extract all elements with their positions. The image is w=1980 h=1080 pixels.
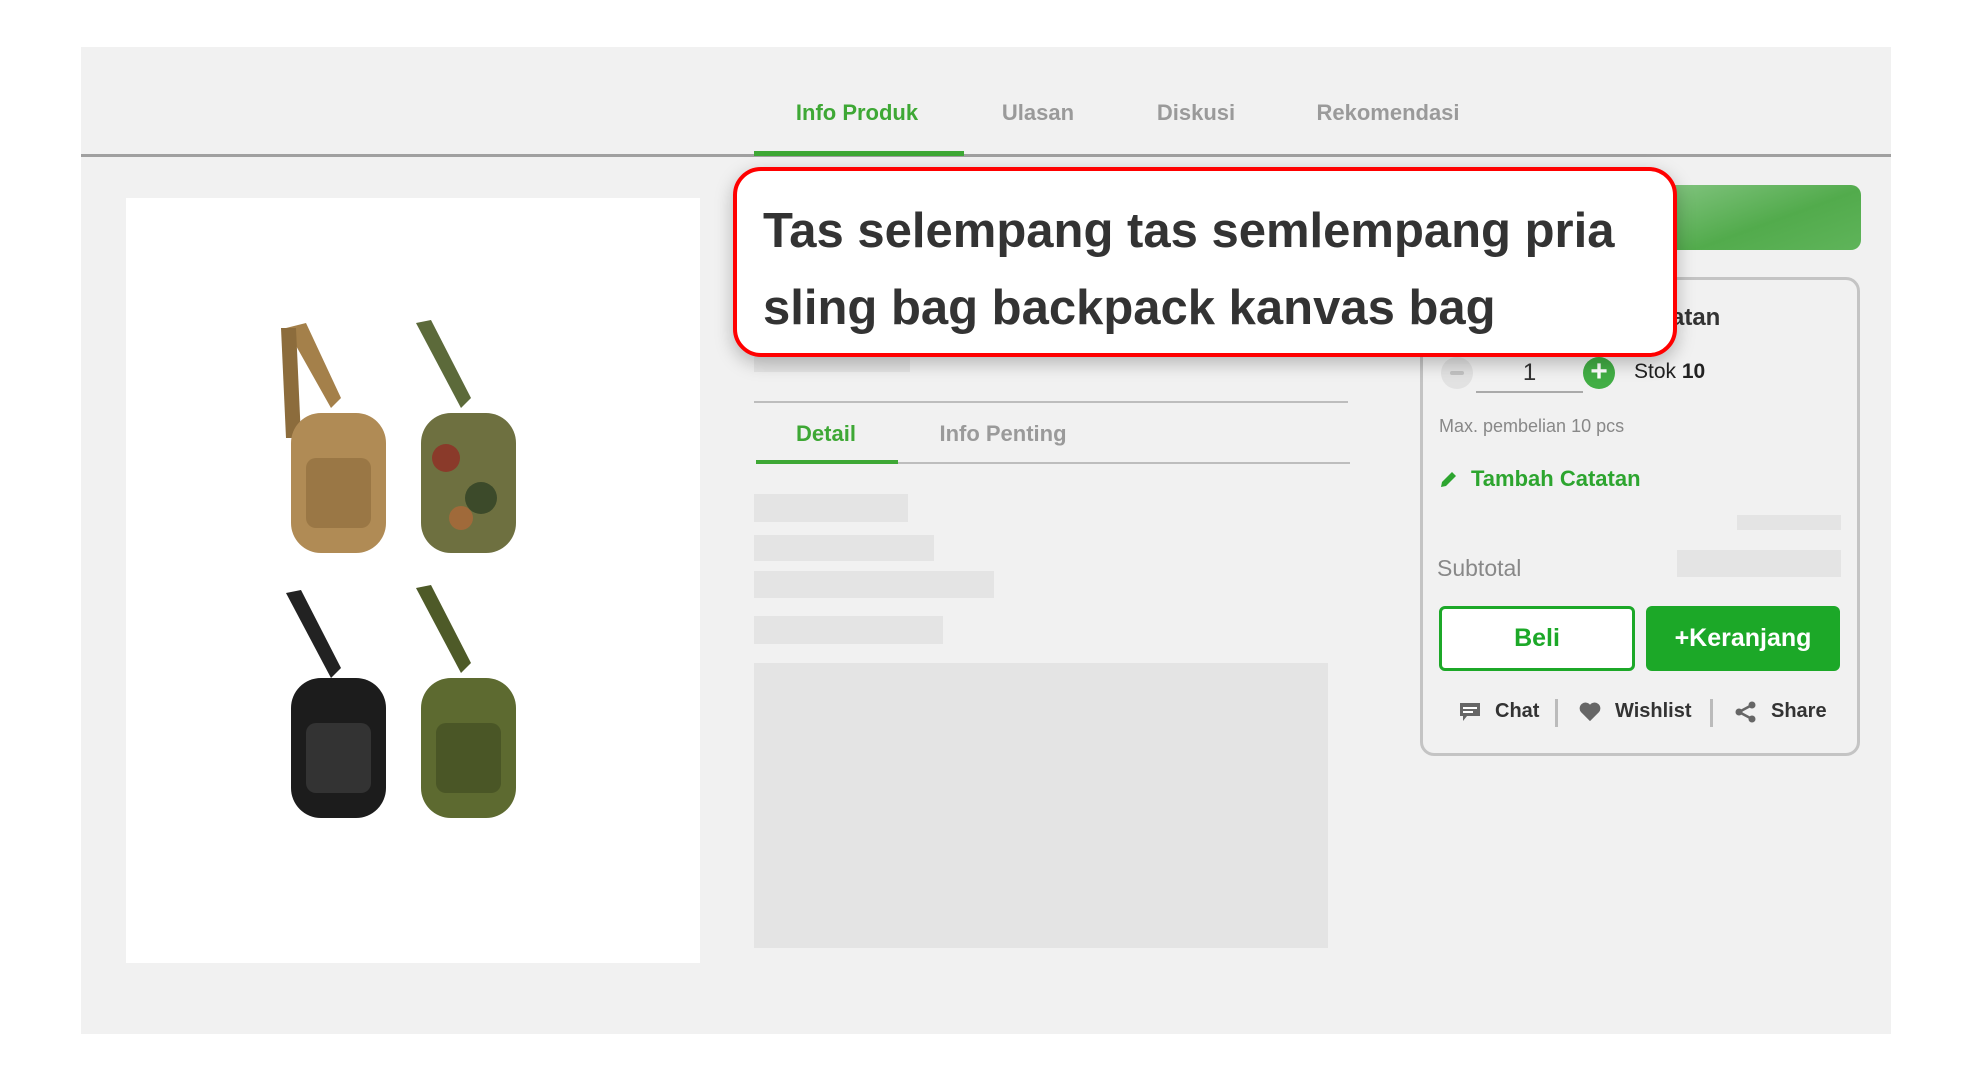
bag-photos [281, 320, 516, 818]
share-label: Share [1771, 700, 1827, 722]
bag-tan [281, 323, 386, 553]
product-title-popup: Tas selempang tas semlempang pria sling … [733, 167, 1677, 357]
wishlist-button[interactable]: Wishlist [1579, 700, 1692, 723]
heart-icon [1579, 702, 1601, 721]
stock-info: Stok 10 [1634, 360, 1705, 384]
stock-label: Stok [1634, 360, 1677, 383]
bag-olive [416, 585, 516, 818]
action-separator [1710, 699, 1713, 727]
tabs-divider [81, 154, 1891, 157]
subtotal-label: Subtotal [1437, 555, 1522, 581]
skeleton-price [754, 357, 910, 372]
tab-rekomendasi[interactable]: Rekomendasi [1316, 100, 1459, 126]
add-note-label: Tambah Catatan [1471, 466, 1641, 491]
product-title: Tas selempang tas semlempang pria sling … [763, 204, 1615, 335]
skeleton-line [754, 571, 994, 598]
product-image[interactable] [126, 198, 700, 963]
add-to-cart-button[interactable]: +Keranjang [1646, 606, 1840, 671]
bag-camo [416, 320, 516, 553]
max-purchase-note: Max. pembelian 10 pcs [1439, 416, 1625, 436]
chat-icon [1460, 702, 1480, 721]
tab-info-produk[interactable]: Info Produk [796, 100, 918, 126]
share-button[interactable]: Share [1735, 700, 1827, 723]
section-divider [754, 401, 1348, 403]
subtotal-skeleton [1677, 550, 1841, 577]
skeleton-line [754, 535, 934, 561]
minus-icon [1450, 371, 1464, 375]
tab-ulasan[interactable]: Ulasan [1002, 100, 1074, 126]
active-tab-indicator [754, 151, 964, 156]
bag-black [286, 590, 386, 818]
share-icon [1735, 701, 1756, 722]
add-note-link[interactable]: Tambah Catatan [1439, 466, 1641, 492]
chat-label: Chat [1495, 700, 1540, 722]
tab-diskusi[interactable]: Diskusi [1157, 100, 1235, 126]
buy-button[interactable]: Beli [1439, 606, 1635, 671]
plus-icon: + [1590, 355, 1608, 388]
skeleton-block [754, 663, 1328, 948]
active-subtab-indicator [756, 460, 898, 464]
skeleton-line [754, 616, 943, 644]
wishlist-label: Wishlist [1615, 700, 1692, 722]
chat-button[interactable]: Chat [1459, 700, 1539, 723]
subtab-detail[interactable]: Detail [796, 421, 856, 447]
quantity-input[interactable]: 1 [1476, 357, 1583, 393]
subtab-info-penting[interactable]: Info Penting [939, 421, 1066, 447]
stock-value: 10 [1681, 360, 1706, 383]
pencil-icon [1441, 472, 1456, 487]
decrease-quantity-button[interactable] [1441, 357, 1473, 389]
action-separator [1555, 699, 1558, 727]
increase-quantity-button[interactable]: + [1583, 357, 1615, 389]
skeleton-line [1737, 515, 1841, 530]
skeleton-line [754, 494, 908, 522]
